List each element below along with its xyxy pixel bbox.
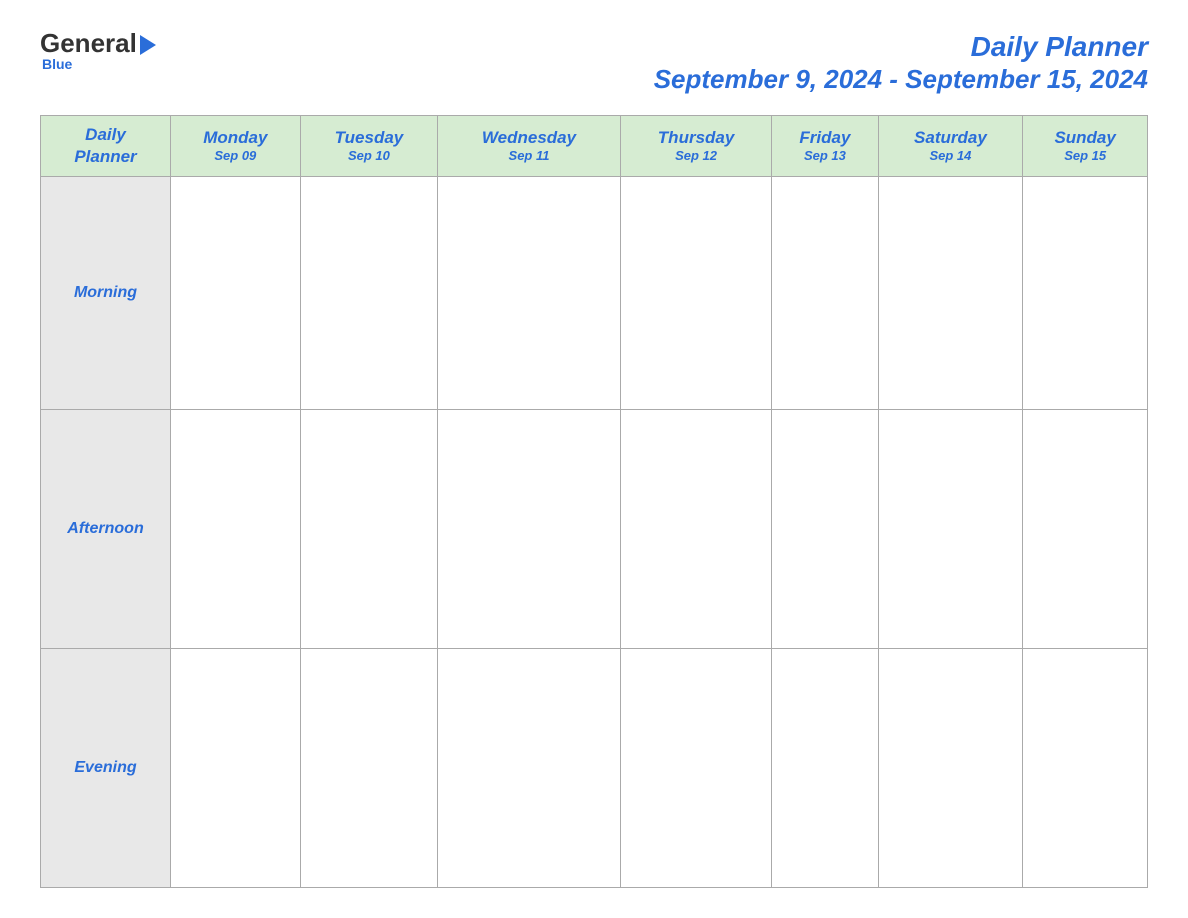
evening-wednesday[interactable] — [438, 648, 621, 887]
header-tuesday: Tuesday Sep 10 — [300, 115, 438, 176]
morning-tuesday[interactable] — [300, 176, 438, 409]
day-name-monday: Monday — [175, 128, 296, 148]
morning-monday[interactable] — [171, 176, 301, 409]
date-range: September 9, 2024 - September 15, 2024 — [654, 64, 1148, 95]
afternoon-tuesday[interactable] — [300, 409, 438, 648]
day-name-tuesday: Tuesday — [305, 128, 434, 148]
afternoon-wednesday[interactable] — [438, 409, 621, 648]
header-friday: Friday Sep 13 — [772, 115, 878, 176]
header-saturday: Saturday Sep 14 — [878, 115, 1023, 176]
header: General Blue Daily Planner September 9, … — [40, 30, 1148, 95]
morning-friday[interactable] — [772, 176, 878, 409]
morning-row: Morning — [41, 176, 1148, 409]
day-date-saturday: Sep 14 — [883, 148, 1019, 163]
evening-tuesday[interactable] — [300, 648, 438, 887]
logo-sub: Blue — [42, 56, 72, 72]
evening-sunday[interactable] — [1023, 648, 1148, 887]
afternoon-row: Afternoon — [41, 409, 1148, 648]
planner-table: DailyPlanner Monday Sep 09 Tuesday Sep 1… — [40, 115, 1148, 888]
day-date-monday: Sep 09 — [175, 148, 296, 163]
morning-label: Morning — [41, 176, 171, 409]
morning-thursday[interactable] — [620, 176, 771, 409]
afternoon-label: Afternoon — [41, 409, 171, 648]
evening-row: Evening — [41, 648, 1148, 887]
logo-text: General — [40, 30, 156, 56]
day-date-tuesday: Sep 10 — [305, 148, 434, 163]
morning-wednesday[interactable] — [438, 176, 621, 409]
day-name-friday: Friday — [776, 128, 873, 148]
afternoon-friday[interactable] — [772, 409, 878, 648]
table-header-row: DailyPlanner Monday Sep 09 Tuesday Sep 1… — [41, 115, 1148, 176]
day-name-saturday: Saturday — [883, 128, 1019, 148]
afternoon-saturday[interactable] — [878, 409, 1023, 648]
afternoon-sunday[interactable] — [1023, 409, 1148, 648]
morning-sunday[interactable] — [1023, 176, 1148, 409]
planner-title: Daily Planner — [654, 30, 1148, 64]
day-name-wednesday: Wednesday — [442, 128, 616, 148]
header-label: DailyPlanner — [41, 115, 171, 176]
header-monday: Monday Sep 09 — [171, 115, 301, 176]
day-date-thursday: Sep 12 — [625, 148, 767, 163]
header-wednesday: Wednesday Sep 11 — [438, 115, 621, 176]
evening-friday[interactable] — [772, 648, 878, 887]
header-sunday: Sunday Sep 15 — [1023, 115, 1148, 176]
title-block: Daily Planner September 9, 2024 - Septem… — [654, 30, 1148, 95]
day-name-sunday: Sunday — [1027, 128, 1143, 148]
afternoon-thursday[interactable] — [620, 409, 771, 648]
evening-saturday[interactable] — [878, 648, 1023, 887]
evening-thursday[interactable] — [620, 648, 771, 887]
day-date-wednesday: Sep 11 — [442, 148, 616, 163]
page: General Blue Daily Planner September 9, … — [0, 0, 1188, 918]
evening-monday[interactable] — [171, 648, 301, 887]
morning-saturday[interactable] — [878, 176, 1023, 409]
afternoon-monday[interactable] — [171, 409, 301, 648]
header-thursday: Thursday Sep 12 — [620, 115, 771, 176]
day-name-thursday: Thursday — [625, 128, 767, 148]
logo: General Blue — [40, 30, 156, 72]
day-date-sunday: Sep 15 — [1027, 148, 1143, 163]
evening-label: Evening — [41, 648, 171, 887]
day-date-friday: Sep 13 — [776, 148, 873, 163]
